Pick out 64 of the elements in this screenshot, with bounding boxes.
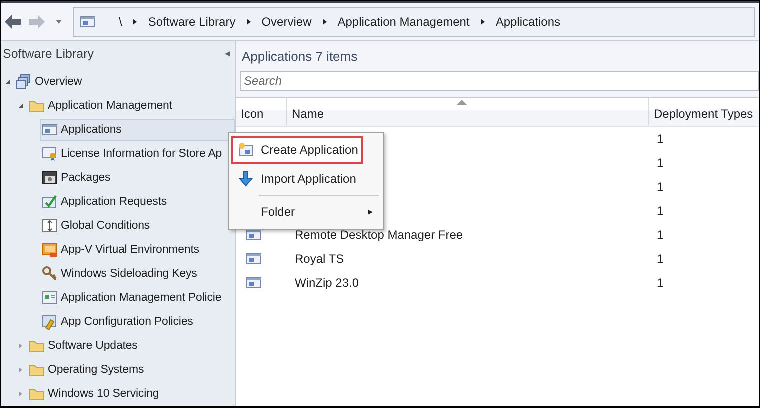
- chevron-icon[interactable]: [322, 18, 328, 26]
- tree-item[interactable]: License Information for Store Ap: [40, 143, 226, 165]
- table-cell: 1: [657, 180, 664, 194]
- chevron-icon[interactable]: [480, 18, 486, 26]
- configuration-icon: [42, 314, 58, 330]
- table-cell: 1: [657, 276, 664, 290]
- table-cell: Royal TS: [295, 252, 344, 266]
- search-field[interactable]: Search: [240, 71, 759, 91]
- down-arrow-icon: [238, 171, 254, 187]
- tree-item[interactable]: Applications: [40, 119, 235, 141]
- breadcrumb-item[interactable]: Applications: [496, 14, 561, 28]
- window-icon: [246, 251, 262, 267]
- certificate-icon: [42, 146, 58, 162]
- tree-item[interactable]: App Configuration Policies: [40, 311, 196, 333]
- tree-item[interactable]: Application Management: [27, 95, 176, 117]
- breadcrumb-item[interactable]: Software Library: [148, 14, 236, 28]
- collapse-arrow-icon[interactable]: [18, 103, 24, 109]
- table-cell: 1: [657, 156, 664, 170]
- brackets-icon: [42, 218, 58, 234]
- chevron-icon[interactable]: [132, 18, 138, 26]
- table-cell: 1: [657, 252, 664, 266]
- window-icon: [79, 14, 97, 30]
- tree-item[interactable]: Application Requests: [40, 191, 170, 213]
- menu-item[interactable]: Import Application: [231, 165, 381, 193]
- tree-item[interactable]: Windows Sideloading Keys: [40, 263, 200, 285]
- policy-window-icon: [42, 290, 58, 306]
- dropdown-arrow-icon[interactable]: [55, 18, 63, 26]
- breadcrumb-item[interactable]: Overview: [262, 14, 312, 28]
- tree-item[interactable]: Software Updates: [27, 335, 141, 357]
- view-title: Applications 7 items: [242, 48, 358, 64]
- column-header[interactable]: Name: [287, 98, 649, 126]
- tree-item[interactable]: Global Conditions: [40, 215, 154, 237]
- tree-item[interactable]: Packages: [40, 167, 114, 189]
- breadcrumb-item[interactable]: Application Management: [338, 14, 470, 28]
- chevron-icon[interactable]: [246, 18, 252, 26]
- checkmark-window-icon: [42, 194, 58, 210]
- window-icon: [42, 122, 58, 138]
- package-icon: [42, 170, 58, 186]
- table-cell: 1: [657, 132, 664, 146]
- table-cell: Remote Desktop Manager Free: [295, 228, 464, 242]
- column-header[interactable]: Deployment Types: [649, 98, 759, 126]
- table-cell: 1: [657, 204, 664, 218]
- tree-item[interactable]: Application Management Policie: [40, 287, 225, 309]
- key-icon: [42, 266, 58, 282]
- table-cell: 1: [657, 228, 664, 242]
- tree-item[interactable]: Overview: [14, 71, 86, 93]
- tree-item[interactable]: Operating Systems: [27, 359, 148, 381]
- collapse-arrow-icon[interactable]: [5, 79, 11, 85]
- address-field[interactable]: \ Software Library Overview Application Management Applications: [73, 6, 755, 36]
- tree-item[interactable]: App-V Virtual Environments: [40, 239, 202, 261]
- tree-item[interactable]: Windows 10 Servicing: [27, 383, 162, 405]
- breadcrumb-item[interactable]: \: [119, 14, 122, 28]
- column-header[interactable]: Icon: [236, 98, 287, 126]
- table-cell: WinZip 23.0: [295, 276, 360, 290]
- sort-arrow-icon: [457, 100, 467, 105]
- pane-title: Software Library: [3, 46, 94, 60]
- virtual-environment-icon: [42, 242, 58, 258]
- submenu-arrow-icon: ▸: [368, 206, 379, 218]
- new-window-icon: [238, 142, 254, 158]
- collapse-pane-button[interactable]: ◂: [225, 47, 231, 60]
- stacked-windows-icon: [16, 74, 32, 90]
- menu-item[interactable]: Folder ▸: [231, 198, 381, 226]
- window-icon: [246, 275, 262, 291]
- menu-item[interactable]: Create Application: [231, 136, 363, 164]
